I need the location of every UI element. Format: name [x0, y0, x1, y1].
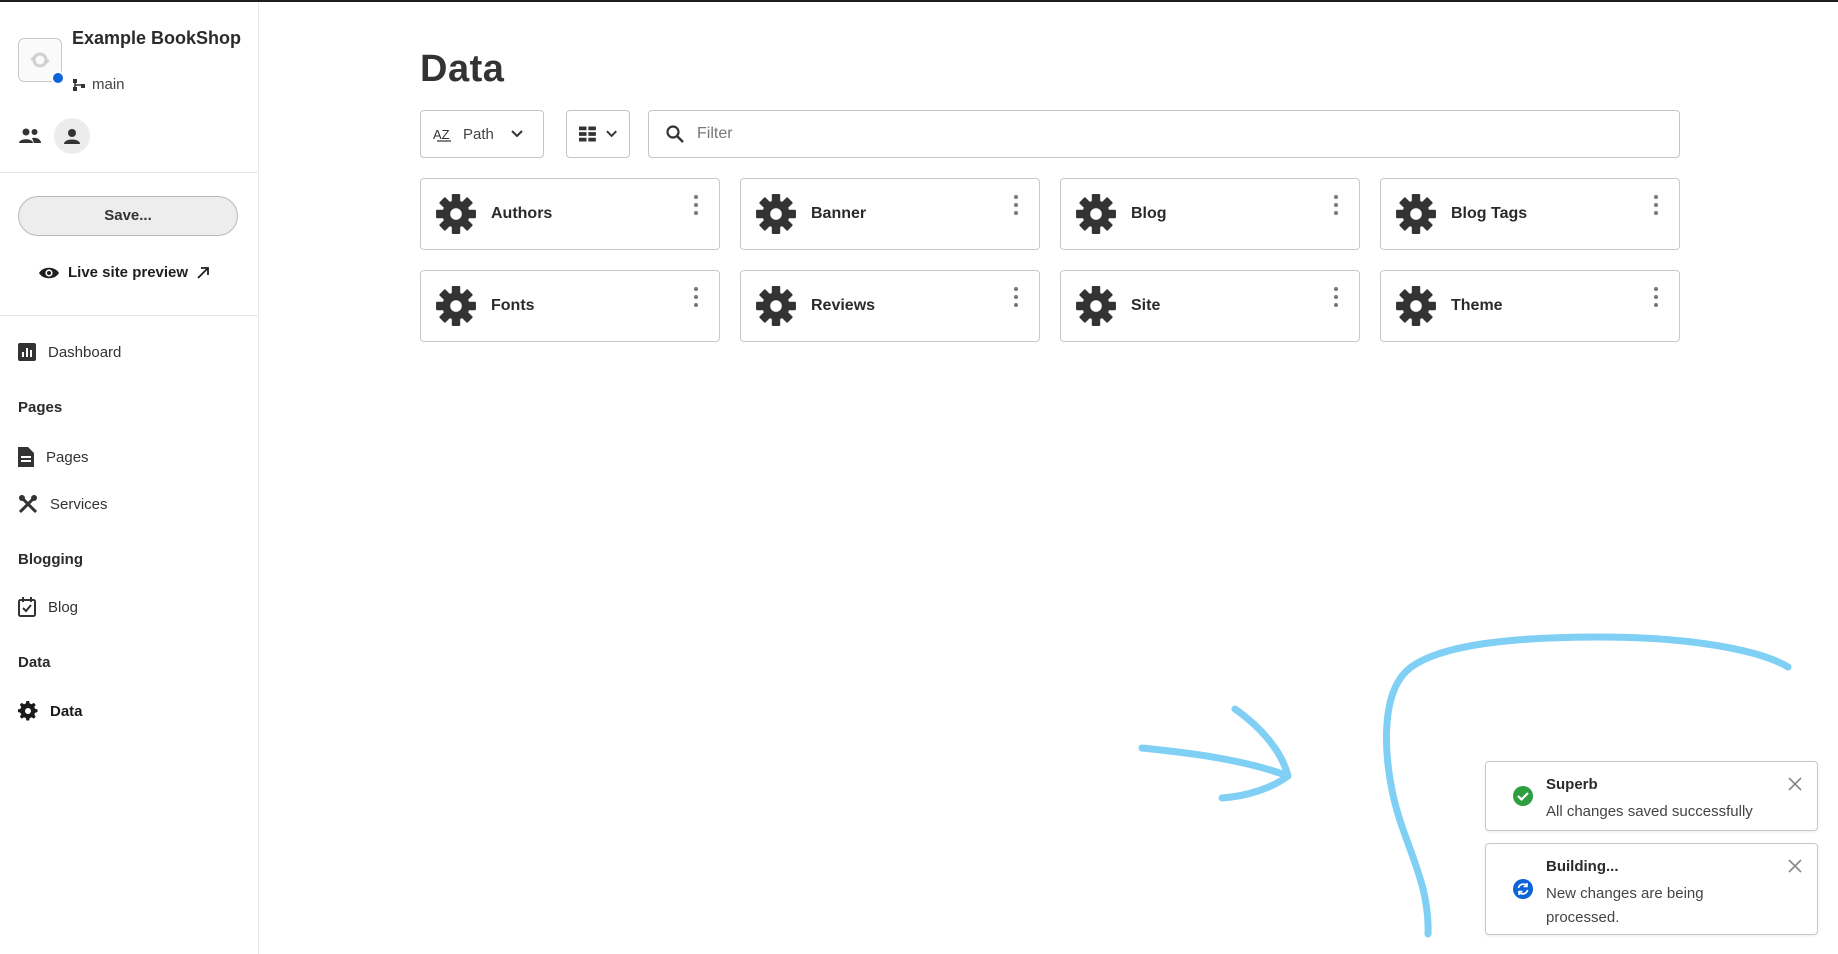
sidebar-item-data[interactable]: Data [18, 701, 83, 721]
sidebar-section-heading: Data [18, 654, 51, 671]
external-link-icon [197, 266, 209, 279]
gear-icon [756, 194, 796, 234]
kebab-menu-icon[interactable] [1649, 287, 1663, 311]
data-collection-card[interactable]: Blog [1060, 178, 1360, 250]
gear-icon [1076, 286, 1116, 326]
filter-input[interactable] [697, 125, 1597, 143]
sidebar-divider [0, 315, 259, 316]
site-logo-icon [30, 52, 50, 68]
sidebar-item-label: Blog [48, 598, 79, 616]
branch-icon [73, 78, 85, 91]
view-toggle-dropdown[interactable] [566, 110, 630, 158]
site-header[interactable]: Example BookShop main [18, 24, 243, 104]
sidebar-item-blog[interactable]: Blog [18, 597, 78, 617]
live-site-preview-label: Live site preview [68, 264, 189, 281]
close-icon[interactable] [1787, 776, 1803, 792]
sidebar-item-services[interactable]: Services [18, 494, 108, 514]
sidebar-item-label: Dashboard [48, 343, 122, 361]
document-icon [18, 447, 34, 467]
card-label: Theme [1451, 297, 1503, 314]
az-sort-icon: AZ [433, 127, 451, 142]
card-label: Blog Tags [1451, 205, 1528, 222]
card-label: Fonts [491, 297, 535, 314]
sidebar-section-heading: Pages [18, 399, 63, 416]
toast-success: Superb All changes saved successfully [1485, 761, 1818, 831]
tools-icon [18, 494, 38, 514]
gear-icon [756, 286, 796, 326]
data-collection-card[interactable]: Fonts [420, 270, 720, 342]
gear-icon [436, 286, 476, 326]
data-collection-card[interactable]: Theme [1380, 270, 1680, 342]
branch-name: main [92, 76, 125, 93]
live-site-preview-link[interactable]: Live site preview [38, 264, 210, 281]
card-label: Authors [491, 205, 553, 222]
avatar[interactable] [54, 118, 90, 154]
kebab-menu-icon[interactable] [689, 287, 703, 311]
toast-message: New changes are being processed. [1546, 885, 1704, 926]
sidebar-item-pages[interactable]: Pages [18, 447, 89, 467]
check-circle-icon [1513, 786, 1533, 806]
data-collection-card[interactable]: Blog Tags [1380, 178, 1680, 250]
sidebar-item-dashboard[interactable]: Dashboard [18, 343, 121, 361]
card-label: Reviews [811, 297, 876, 314]
toast-title: Superb [1546, 776, 1598, 793]
sort-label: Path [463, 125, 494, 143]
users-row [18, 118, 90, 154]
user-icon [64, 129, 80, 144]
sync-status-icon [51, 71, 65, 85]
card-label: Blog [1131, 205, 1167, 222]
grid-view-icon [579, 126, 596, 142]
sidebar: Example BookShop main Save... Live site … [0, 2, 259, 954]
filter-field[interactable] [648, 110, 1680, 158]
sidebar-section-heading: Blogging [18, 551, 83, 568]
kebab-menu-icon[interactable] [689, 195, 703, 219]
sidebar-divider [0, 172, 259, 173]
save-button[interactable]: Save... [18, 196, 238, 236]
gear-icon [1076, 194, 1116, 234]
site-name: Example BookShop [72, 28, 242, 48]
data-collection-card[interactable]: Site [1060, 270, 1360, 342]
eye-icon [39, 267, 59, 278]
gear-icon [436, 194, 476, 234]
data-collection-card[interactable]: Reviews [740, 270, 1040, 342]
data-collection-card[interactable]: Authors [420, 178, 720, 250]
sidebar-item-label: Services [50, 495, 108, 513]
kebab-menu-icon[interactable] [1329, 195, 1343, 219]
chevron-down-icon [606, 130, 617, 138]
card-label: Banner [811, 205, 867, 222]
toast-building: Building... New changes are being proces… [1485, 843, 1818, 935]
kebab-menu-icon[interactable] [1009, 195, 1023, 219]
gear-icon [1396, 286, 1436, 326]
sidebar-item-label: Data [50, 702, 83, 720]
card-label: Site [1131, 297, 1161, 314]
sync-icon [1513, 879, 1533, 899]
chevron-down-icon [511, 130, 523, 138]
toast-message: All changes saved successfully [1546, 803, 1753, 820]
team-icon[interactable] [18, 124, 42, 148]
gear-icon [1396, 194, 1436, 234]
svg-text:AZ: AZ [433, 127, 450, 142]
kebab-menu-icon[interactable] [1329, 287, 1343, 311]
search-icon [666, 125, 684, 143]
gear-icon [18, 701, 38, 721]
site-avatar[interactable] [18, 38, 65, 85]
close-icon[interactable] [1787, 858, 1803, 874]
sidebar-item-label: Pages [46, 448, 89, 466]
kebab-menu-icon[interactable] [1009, 287, 1023, 311]
calendar-check-icon [18, 597, 36, 617]
page-title: Data [420, 48, 505, 90]
data-collection-card[interactable]: Banner [740, 178, 1040, 250]
toast-title: Building... [1546, 858, 1619, 875]
branch-indicator[interactable]: main [72, 76, 125, 93]
sort-dropdown[interactable]: AZ Path [420, 110, 544, 158]
kebab-menu-icon[interactable] [1649, 195, 1663, 219]
dashboard-icon [18, 343, 36, 361]
